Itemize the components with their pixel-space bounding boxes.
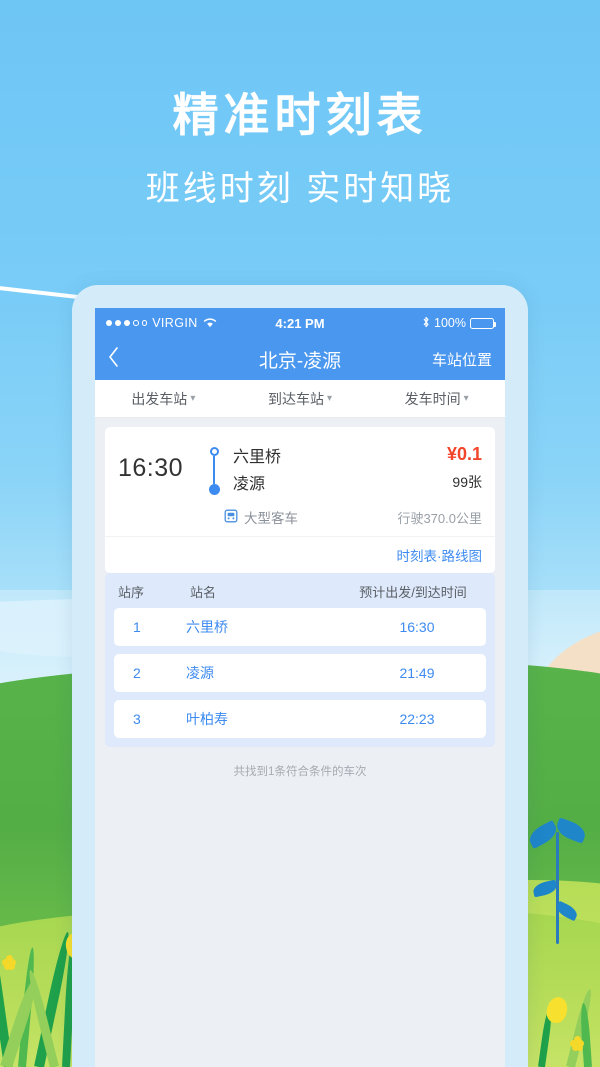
table-row[interactable]: 1 六里桥 16:30 (114, 608, 486, 646)
ticket-card-top: 16:30 六里桥 ¥0.1 凌源 99张 (105, 427, 495, 505)
ticket-card[interactable]: 16:30 六里桥 ¥0.1 凌源 99张 大型客车 行驶370.0公里 时刻表… (105, 427, 495, 573)
chevron-left-icon (109, 347, 118, 367)
destination-dot-icon (208, 484, 220, 495)
nav-bar: 北京-凌源 车站位置 (95, 338, 505, 380)
blue-plant-stem (556, 832, 559, 944)
table-row[interactable]: 2 凌源 21:49 (114, 654, 486, 692)
flower-small (570, 1036, 584, 1051)
filter-arrival-station[interactable]: 到达车站 ▾ (232, 389, 369, 409)
result-count-note: 共找到1条符合条件的车次 (233, 766, 367, 778)
column-header-time: 预计出发/到达时间 (359, 585, 467, 600)
trip-distance: 行驶370.0公里 (397, 510, 482, 526)
row-seq: 3 (133, 711, 141, 727)
page-subtitle: 班线时刻 实时知晓 (145, 170, 455, 208)
page-title: 精准时刻表 (172, 89, 428, 141)
origin-station-name: 六里桥 (233, 448, 282, 466)
status-right: 100% (422, 316, 497, 331)
results-content: 16:30 六里桥 ¥0.1 凌源 99张 大型客车 行驶370.0公里 时刻表… (95, 418, 505, 1067)
seats-remaining: 99张 (452, 473, 482, 490)
chevron-down-icon: ▾ (326, 393, 333, 404)
column-header-seq: 站序 (118, 585, 145, 600)
filter-bar: 出发车站 ▾ 到达车站 ▾ 发车时间 ▾ (95, 380, 505, 418)
row-seq: 1 (133, 619, 141, 635)
row-station: 六里桥 (186, 619, 228, 635)
battery-full-icon (470, 317, 497, 329)
row-station: 叶柏寿 (186, 711, 228, 727)
battery-percent-label: 100% (434, 316, 466, 330)
ticket-price: ¥0.1 (446, 444, 482, 464)
chevron-down-icon: ▾ (190, 393, 196, 404)
back-button[interactable] (108, 347, 119, 371)
phone-frame: VIRGIN 4:21 PM 100% 北京-凌源 车站位置 出发车站 ▾ 到达… (72, 285, 528, 1067)
timetable-header: 站序 站名 预计出发/到达时间 (114, 573, 486, 608)
destination-station-name: 凌源 (233, 475, 266, 493)
station-location-button[interactable]: 车站位置 (432, 349, 492, 370)
promo-scene: 精准时刻表 班线时刻 实时知晓 VIRGIN 4:21 PM 100% 北京-凌… (0, 0, 600, 1067)
filter-departure-time[interactable]: 发车时间 ▾ (368, 389, 505, 409)
row-time: 16:30 (399, 619, 435, 635)
wifi-icon (203, 316, 217, 331)
bus-type-label: 大型客车 (244, 511, 298, 526)
status-left: VIRGIN (106, 316, 217, 331)
chevron-down-icon: ▾ (463, 393, 469, 404)
timetable-route-link[interactable]: 时刻表·路线图 (105, 536, 495, 573)
departure-time: 16:30 (118, 453, 184, 482)
phone-screen: VIRGIN 4:21 PM 100% 北京-凌源 车站位置 出发车站 ▾ 到达… (95, 308, 505, 1067)
bus-type-group: 大型客车 (224, 507, 298, 527)
column-header-station: 站名 (190, 585, 217, 600)
origin-row: 六里桥 ¥0.1 (233, 441, 482, 468)
row-time: 21:49 (399, 665, 435, 681)
table-row[interactable]: 3 叶柏寿 22:23 (114, 700, 486, 738)
filter-arrival-label: 到达车站 (267, 390, 324, 407)
filter-departure-label: 出发车站 (131, 390, 188, 407)
station-column: 六里桥 ¥0.1 凌源 99张 (224, 441, 482, 495)
carrier-label: VIRGIN (152, 316, 198, 330)
row-time: 22:23 (399, 711, 435, 727)
row-station: 凌源 (186, 665, 214, 681)
bluetooth-icon (422, 316, 430, 331)
filter-departure-station[interactable]: 出发车站 ▾ (95, 389, 232, 409)
flower-small (2, 955, 16, 970)
status-bar: VIRGIN 4:21 PM 100% (95, 308, 505, 338)
route-indicator (204, 441, 224, 495)
bus-icon (224, 509, 238, 526)
filter-time-label: 发车时间 (404, 390, 461, 407)
signal-dots-icon (106, 320, 148, 326)
route-line (212, 456, 216, 484)
row-seq: 2 (133, 665, 141, 681)
origin-dot-icon (209, 447, 219, 456)
destination-row: 凌源 99张 (233, 468, 482, 495)
ticket-card-meta: 大型客车 行驶370.0公里 (105, 505, 495, 536)
timetable-panel: 站序 站名 预计出发/到达时间 1 六里桥 16:30 2 凌源 21:49 3… (105, 573, 495, 747)
